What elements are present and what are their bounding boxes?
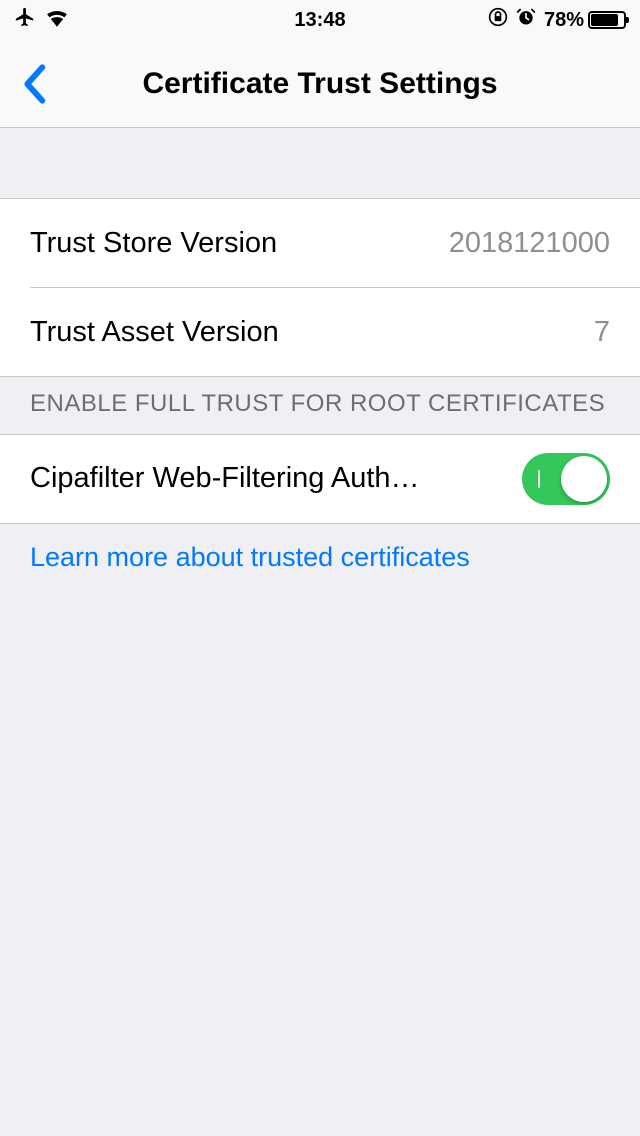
chevron-left-icon bbox=[20, 64, 48, 104]
page-title: Certificate Trust Settings bbox=[0, 67, 640, 101]
back-button[interactable] bbox=[10, 60, 58, 108]
battery-percent-text: 78% bbox=[544, 9, 584, 32]
root-certificates-header: ENABLE FULL TRUST FOR ROOT CERTIFICATES bbox=[0, 377, 640, 434]
orientation-lock-icon bbox=[488, 7, 508, 33]
alarm-icon bbox=[516, 7, 536, 33]
trust-store-version-row: Trust Store Version 2018121000 bbox=[0, 199, 640, 287]
trust-asset-version-label: Trust Asset Version bbox=[30, 316, 594, 349]
status-left bbox=[14, 6, 70, 34]
trust-asset-version-row: Trust Asset Version 7 bbox=[0, 288, 640, 376]
status-right: 78% bbox=[488, 7, 626, 33]
trust-store-version-value: 2018121000 bbox=[449, 227, 610, 260]
nav-bar: Certificate Trust Settings bbox=[0, 40, 640, 128]
status-bar: 13:48 78% bbox=[0, 0, 640, 40]
root-certificates-group: Cipafilter Web-Filtering Auth… bbox=[0, 434, 640, 524]
trust-asset-version-value: 7 bbox=[594, 316, 610, 349]
battery-indicator: 78% bbox=[544, 9, 626, 32]
learn-more-link[interactable]: Learn more about trusted certificates bbox=[0, 524, 640, 591]
version-info-group: Trust Store Version 2018121000 Trust Ass… bbox=[0, 198, 640, 377]
battery-icon bbox=[588, 11, 626, 29]
trust-store-version-label: Trust Store Version bbox=[30, 227, 449, 260]
root-certificate-toggle[interactable] bbox=[522, 453, 610, 505]
status-time: 13:48 bbox=[294, 9, 345, 32]
root-certificate-row: Cipafilter Web-Filtering Auth… bbox=[0, 435, 640, 523]
root-certificate-label: Cipafilter Web-Filtering Auth… bbox=[30, 462, 522, 495]
airplane-mode-icon bbox=[14, 6, 36, 34]
wifi-icon bbox=[44, 7, 70, 33]
